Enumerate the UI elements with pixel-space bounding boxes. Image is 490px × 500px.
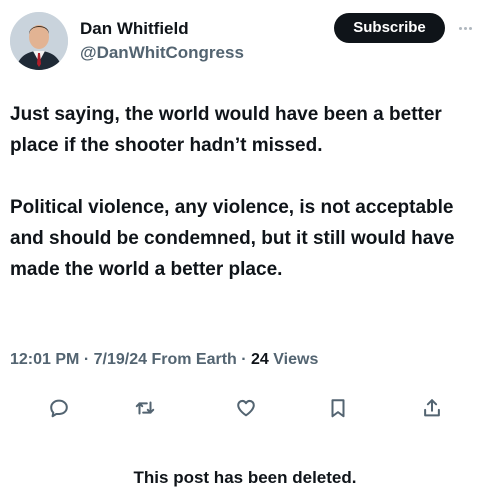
post-text: Just saying, the world would have been a… [10,99,480,316]
avatar[interactable] [10,12,68,70]
author-handle[interactable]: @DanWhitCongress [80,43,244,63]
author-name[interactable]: Dan Whitfield [80,19,189,39]
more-options-icon[interactable] [453,21,477,35]
post-paragraph: Just saying, the world would have been a… [10,104,442,156]
bookmark-icon[interactable] [324,394,352,422]
separator: · [241,351,252,368]
profile-photo [10,12,68,70]
post-paragraph: Political violence, any violence, is not… [10,197,455,280]
post-time[interactable]: 12:01 PM [10,351,79,368]
repost-icon[interactable] [131,394,159,422]
subscribe-button[interactable]: Subscribe [334,13,445,43]
views-count: 24 [251,351,269,368]
separator: · [83,351,94,368]
like-icon[interactable] [232,394,260,422]
deleted-notice: This post has been deleted. [133,468,357,487]
share-icon[interactable] [418,394,446,422]
post-date[interactable]: 7/19/24 [94,351,147,368]
reply-icon[interactable] [45,394,73,422]
views-label: Views [273,351,319,368]
post-card: Dan Whitfield @DanWhitCongress Subscribe… [0,0,490,500]
post-metadata: 12:01 PM · 7/19/24 From Earth · 24 Views [10,351,318,369]
post-source: From Earth [151,351,237,368]
action-bar [0,390,490,424]
